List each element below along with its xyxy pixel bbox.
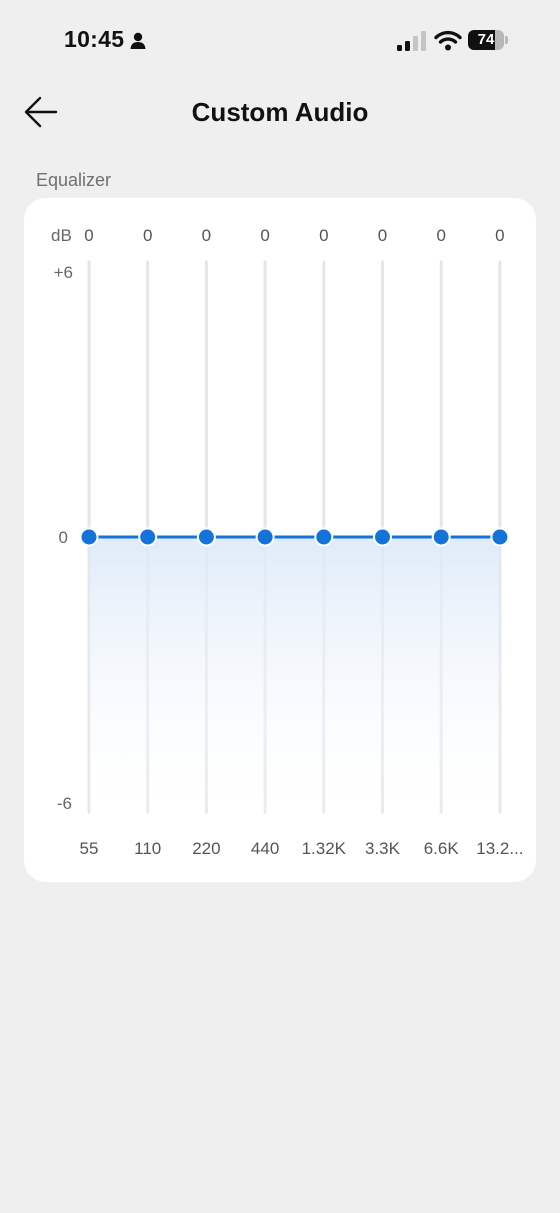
equalizer-card: dB +6 0 -6 0 0 0 0 0 0 0 0 55 110 220 440 1.32K 3.3K… [24,198,536,882]
scale-label-mid: 0 [59,528,68,547]
band-slider-handle[interactable] [138,527,158,547]
band-slider-handle[interactable] [79,527,99,547]
band-value-label: 0 [143,226,152,245]
section-label-equalizer: Equalizer [36,170,112,190]
band-value-label: 0 [84,226,93,245]
band-value-label: 0 [319,226,328,245]
band-value-label: 0 [436,226,445,245]
band-frequency-label: 220 [192,839,220,858]
band-frequency-label: 3.3K [365,839,401,858]
band-frequency-label: 110 [134,839,161,858]
band-frequency-label: 13.2... [476,839,523,858]
band-slider-handle[interactable] [431,527,451,547]
band-frequency-label: 1.32K [302,839,347,858]
band-slider-handle[interactable] [373,527,392,547]
band-slider-handle[interactable] [314,527,334,547]
band-frequency-label: 440 [251,839,279,858]
unit-label: dB [51,226,72,245]
scale-label-min: -6 [57,794,72,813]
equalizer-chart: dB +6 0 -6 0 0 0 0 0 0 0 0 55 110 220 440 1.32K 3.3K… [51,226,524,858]
band-value-label: 0 [378,226,387,245]
band-slider-handle[interactable] [196,527,216,547]
wifi-icon [434,30,462,51]
band-value-label: 0 [202,226,211,245]
page-title: Custom Audio [191,97,369,127]
band-slider-handle[interactable] [255,527,275,547]
level-fill-area [89,537,500,812]
status-time: 10:45 [64,26,125,52]
signal-icon [397,31,426,51]
person-icon [130,32,146,49]
band-frequency-label: 55 [80,839,99,858]
status-bar: 10:45 74 [0,0,560,84]
band-value-label: 0 [260,226,269,245]
battery-icon: 74 [468,30,510,52]
scale-label-max: +6 [54,263,73,282]
band-frequency-label: 6.6K [424,839,460,858]
band-value-label: 0 [495,226,504,245]
band-slider-handle[interactable] [490,527,510,547]
nav-bar: Custom Audio [0,84,560,140]
battery-level: 74 [477,31,495,48]
